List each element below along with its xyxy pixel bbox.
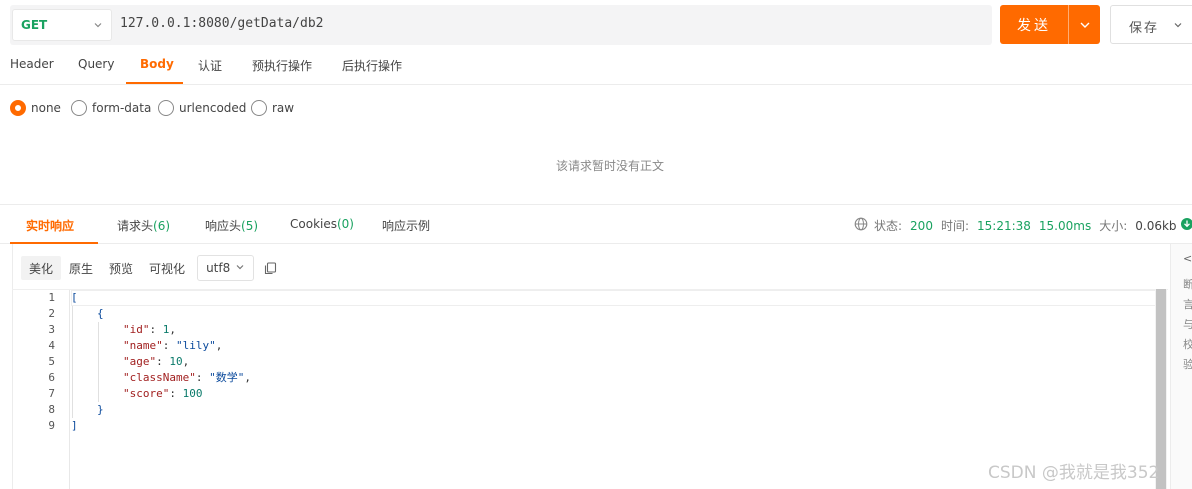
line-number: 4 xyxy=(48,339,55,352)
tab-cookies[interactable]: Cookies(0) xyxy=(290,217,354,231)
tab-query[interactable]: Query xyxy=(78,57,114,71)
tab-live-response[interactable]: 实时响应 xyxy=(26,217,74,234)
tab-pre-script[interactable]: 预执行操作 xyxy=(252,57,312,74)
save-button[interactable]: 保存 xyxy=(1110,5,1192,44)
line-number: 6 xyxy=(48,371,55,384)
line-number: 5 xyxy=(48,355,55,368)
method-label: GET xyxy=(21,18,48,32)
tab-response-examples[interactable]: 响应示例 xyxy=(382,217,430,234)
side-panel-label: 校 xyxy=(1183,338,1192,351)
status-label: 状态: xyxy=(874,219,903,233)
line-number: 2 xyxy=(48,307,55,320)
status-bar: 状态: 200 时间: 15:21:38 15.00ms 大小: 0.06kb xyxy=(854,217,1185,234)
code-line: { xyxy=(97,307,104,320)
chevron-down-icon xyxy=(1080,22,1089,28)
watermark: CSDN @我就是我352 xyxy=(988,463,1160,483)
radio-none[interactable]: none xyxy=(10,100,61,116)
indent-guide xyxy=(72,306,73,418)
encoding-select[interactable]: utf8 xyxy=(197,255,255,281)
tab-auth[interactable]: 认证 xyxy=(198,57,222,74)
tab-label: Cookies xyxy=(290,217,337,231)
tab-body[interactable]: Body xyxy=(140,57,174,71)
tab-count: (5) xyxy=(241,219,259,233)
radio-unchecked-icon xyxy=(71,100,87,116)
size-label: 大小: xyxy=(1099,219,1128,233)
code-line: "name": "lily", xyxy=(123,339,223,352)
code-line: } xyxy=(97,403,104,416)
radio-urlencoded[interactable]: urlencoded xyxy=(158,100,246,116)
request-bar: GET 127.0.0.1:8080/getData/db2 xyxy=(10,5,992,45)
globe-icon xyxy=(854,217,868,234)
download-icon[interactable] xyxy=(1181,218,1192,233)
tab-count: (0) xyxy=(336,217,354,231)
send-dropdown-button[interactable] xyxy=(1068,5,1100,44)
method-select[interactable]: GET xyxy=(12,9,112,41)
current-line-highlight xyxy=(71,290,1158,306)
code-line: "age": 10, xyxy=(123,355,190,368)
radio-unchecked-icon xyxy=(251,100,267,116)
tab-label: 响应头 xyxy=(205,219,242,233)
code-line: "score": 100 xyxy=(123,387,203,400)
code-line: [ xyxy=(71,291,78,304)
empty-body-message: 该请求暂时没有正文 xyxy=(555,159,664,173)
send-label: 发送 xyxy=(1017,17,1051,34)
tab-request-headers[interactable]: 请求头(6) xyxy=(117,217,170,234)
save-label: 保存 xyxy=(1129,21,1160,36)
view-pretty-button[interactable]: 美化 xyxy=(21,256,62,280)
line-number: 7 xyxy=(48,387,55,400)
radio-unchecked-icon xyxy=(158,100,174,116)
tab-response-headers[interactable]: 响应头(5) xyxy=(205,217,258,234)
view-visualize-button[interactable]: 可视化 xyxy=(141,256,193,280)
size-value: 0.06kb xyxy=(1135,218,1177,233)
line-number: 9 xyxy=(48,419,55,432)
line-number: 8 xyxy=(48,403,55,416)
view-preview-button[interactable]: 预览 xyxy=(101,256,141,280)
tab-label: 实时响应 xyxy=(26,219,75,233)
radio-checked-icon xyxy=(10,100,26,116)
radio-label: urlencoded xyxy=(179,101,247,115)
response-tabs: 实时响应 请求头(6) 响应头(5) Cookies(0) 响应示例 状态: 2… xyxy=(0,204,1192,244)
radio-label: raw xyxy=(272,101,295,115)
side-panel-label: 断 xyxy=(1183,278,1192,291)
side-panel-label: 与 xyxy=(1183,318,1192,331)
tab-count: (6) xyxy=(153,219,171,233)
radio-label: none xyxy=(31,101,61,115)
line-number: 3 xyxy=(48,323,55,336)
copy-icon[interactable] xyxy=(264,261,277,275)
time-label: 时间: xyxy=(940,219,969,233)
encoding-value: utf8 xyxy=(206,261,231,275)
view-raw-button[interactable]: 原生 xyxy=(61,256,101,280)
request-tabs: Header Query Body 认证 预执行操作 后执行操作 xyxy=(0,48,1192,85)
radio-form-data[interactable]: form-data xyxy=(71,100,151,116)
code-line: "id": 1, xyxy=(123,323,176,336)
chevron-down-icon[interactable] xyxy=(1173,19,1183,33)
assertions-side-panel[interactable]: << 断 言 与 校 验 xyxy=(1170,244,1192,489)
tab-post-script[interactable]: 后执行操作 xyxy=(342,57,402,74)
tab-label: 响应示例 xyxy=(382,219,431,233)
chevron-down-icon xyxy=(235,261,245,275)
indent-guide xyxy=(98,322,99,402)
tab-label: 请求头 xyxy=(117,219,154,233)
tab-header[interactable]: Header xyxy=(10,57,54,71)
response-toolbar: 美化 原生 预览 可视化 utf8 xyxy=(21,255,277,281)
side-panel-label: 言 xyxy=(1183,298,1192,311)
line-number-gutter: 1 2 3 4 5 6 7 8 9 xyxy=(12,290,70,489)
line-number: 1 xyxy=(48,291,55,304)
code-line: "className": "数学", xyxy=(123,371,251,384)
url-input[interactable]: 127.0.0.1:8080/getData/db2 xyxy=(120,16,324,31)
active-tab-indicator xyxy=(126,82,183,84)
collapse-icon[interactable]: << xyxy=(1183,252,1192,265)
radio-raw[interactable]: raw xyxy=(251,100,294,116)
chevron-down-icon xyxy=(93,19,103,33)
status-code: 200 xyxy=(910,218,933,233)
duration-value: 15.00ms xyxy=(1038,218,1092,233)
code-line: ] xyxy=(71,419,78,432)
time-value: 15:21:38 xyxy=(977,218,1031,233)
send-button[interactable]: 发送 xyxy=(1000,5,1100,44)
radio-label: form-data xyxy=(92,101,152,115)
side-panel-label: 验 xyxy=(1183,358,1192,371)
